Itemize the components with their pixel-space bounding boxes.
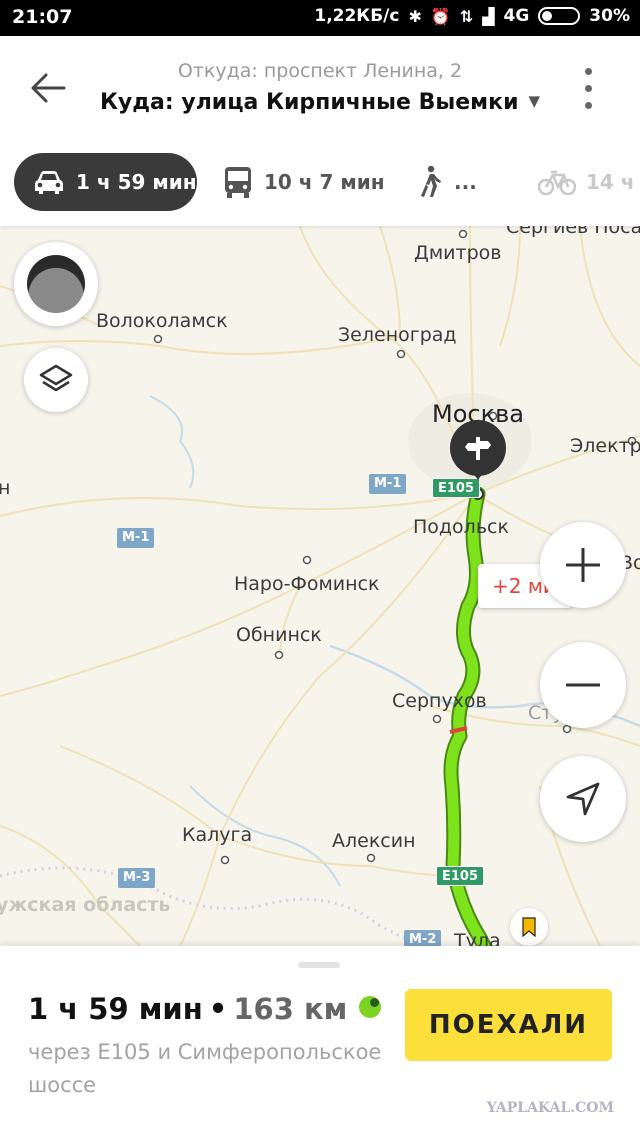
city-label-volokolamsk: Волоколамск <box>96 310 228 332</box>
region-label-kaluzhskaya: ужская область <box>0 894 171 916</box>
route-to-label: Куда: улица Кирпичные Выемки <box>99 90 519 115</box>
minus-icon <box>566 683 600 687</box>
route-summary: 1 ч 59 мин • 163 км <box>28 992 382 1026</box>
route-duration: 1 ч 59 мин <box>28 992 203 1026</box>
route-separator: • <box>208 992 228 1026</box>
battery-level: 30% <box>589 6 630 26</box>
tab-car-label: 1 ч 59 мин <box>76 170 197 194</box>
tab-walk-label: ... <box>454 170 477 194</box>
road-shield-m1: M-1 <box>117 528 155 548</box>
signpost-icon <box>465 437 491 460</box>
road-shield-e105: E105 <box>436 866 485 886</box>
caret-down-icon: ▼ <box>528 92 541 110</box>
bicycle-icon <box>538 170 576 196</box>
bookmark-icon <box>522 917 536 937</box>
bluetooth-icon: ✱ <box>408 6 422 26</box>
tab-bike[interactable]: 14 ч 2 <box>538 153 640 211</box>
pedestrian-icon <box>421 165 441 197</box>
my-location-button[interactable] <box>540 756 626 842</box>
city-label-sergiev-posad: Сергиев Посад <box>506 226 640 238</box>
city-label-edge-left: н <box>0 477 11 499</box>
battery-icon <box>538 7 581 25</box>
plus-icon <box>566 548 600 582</box>
city-label-dmitrov: Дмитров <box>414 242 502 264</box>
road-shield-m3: M-3 <box>118 868 156 888</box>
route-from[interactable]: Откуда: проспект Ленина, 2 <box>0 60 640 82</box>
status-indicators: 1,22КБ/с ✱ ⏰ ⇅ ▟ 4G 30% <box>314 6 630 26</box>
sheet-drag-handle[interactable] <box>298 962 340 968</box>
city-label-elektrostal: Электр <box>570 435 640 457</box>
city-label-naro-fominsk: Наро-Фоминск <box>234 573 380 595</box>
road-shield-m1: M-1 <box>369 474 407 494</box>
city-label-podolsk: Подольск <box>413 516 509 538</box>
net-speed: 1,22КБ/с <box>314 6 400 26</box>
zoom-in-button[interactable] <box>540 522 626 608</box>
more-dot-icon <box>585 68 592 75</box>
tab-transit[interactable]: 10 ч 7 мин <box>222 153 385 211</box>
city-label-zelenograd: Зеленоград <box>338 324 457 346</box>
route-summary-sheet: 1 ч 59 мин • 163 км через E105 и Симферопо… <box>0 946 640 1138</box>
city-label-kaluga: Калуга <box>182 824 253 846</box>
city-label-tula: Тула <box>454 930 501 946</box>
tab-bike-label: 14 ч 2 <box>586 170 640 194</box>
bookmark-button[interactable] <box>510 908 548 946</box>
road-shield-m2: M-2 <box>404 930 442 946</box>
layers-icon <box>39 364 73 392</box>
go-button[interactable]: ПОЕХАЛИ <box>405 989 612 1061</box>
alarm-icon: ⏰ <box>430 6 451 26</box>
road-shield-e105: E105 <box>432 478 481 498</box>
city-label-aleksin: Алексин <box>332 830 416 852</box>
profile-button[interactable] <box>14 242 98 326</box>
transport-tabs: 1 ч 59 мин 10 ч 7 мин ... 14 ч 2 <box>0 140 640 226</box>
status-time: 21:07 <box>12 6 73 28</box>
city-label-serpukhov: Серпухов <box>392 690 487 712</box>
avatar <box>27 255 85 313</box>
bus-icon <box>225 167 251 198</box>
more-menu-button[interactable] <box>574 66 604 112</box>
data-transfer-icon: ⇅ <box>459 6 474 26</box>
navigation-arrow-icon <box>566 782 600 816</box>
route-header: Откуда: проспект Ленина, 2 Куда: улица К… <box>0 36 640 140</box>
map-view[interactable]: Сергиев Посад Дмитров Волоколамск Зелено… <box>0 226 640 946</box>
route-to[interactable]: Куда: улица Кирпичные Выемки ▼ <box>0 90 640 115</box>
layers-button[interactable] <box>24 348 88 412</box>
more-dot-icon <box>585 102 592 109</box>
more-dot-icon <box>585 85 592 92</box>
tab-transit-label: 10 ч 7 мин <box>264 170 385 194</box>
route-via: через E105 и Симферопольское шоссе <box>28 1040 382 1097</box>
zoom-out-button[interactable] <box>540 642 626 728</box>
city-label-obninsk: Обнинск <box>236 624 322 646</box>
traffic-indicator-icon <box>359 996 382 1018</box>
route-start-pin[interactable] <box>450 420 506 480</box>
network-type: 4G <box>503 6 530 26</box>
status-bar: 21:07 1,22КБ/с ✱ ⏰ ⇅ ▟ 4G 30% <box>0 0 640 36</box>
tab-car[interactable]: 1 ч 59 мин <box>14 153 197 211</box>
tab-walk[interactable]: ... <box>416 153 477 211</box>
signal-icon: ▟ <box>482 6 495 26</box>
route-distance: 163 км <box>233 992 348 1026</box>
car-icon <box>35 171 63 194</box>
watermark: YAPLAKAL.COM <box>486 1100 614 1116</box>
